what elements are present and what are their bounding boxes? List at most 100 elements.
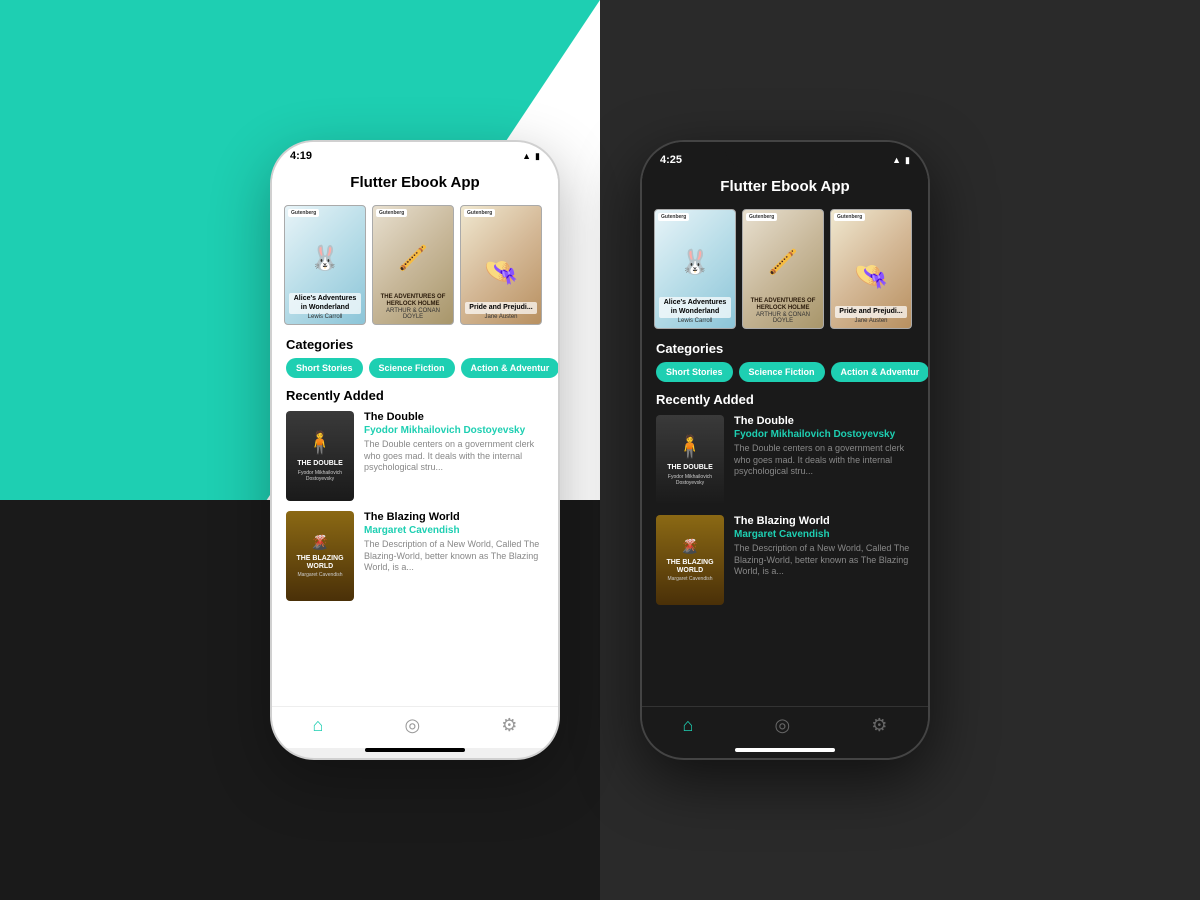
book-item-double-dark[interactable]: 🧍 THE DOUBLE Fyodor Mikhailovich Dostoye… bbox=[656, 415, 914, 505]
pride-art-dark: 👒 bbox=[835, 246, 907, 306]
status-bar-light: 4:19 ▲ ▮ bbox=[272, 142, 558, 166]
screen-dark: Flutter Ebook App Gutenberg 🐰 Alice's Ad… bbox=[642, 170, 928, 706]
app-header-light: Flutter Ebook App bbox=[272, 166, 558, 199]
holmes-author-dark: ARTHUR & CONAN DOYLE bbox=[747, 312, 819, 324]
battery-icon: ▮ bbox=[535, 151, 540, 162]
explore-nav-dark[interactable]: ◎ bbox=[774, 715, 790, 736]
alice-art: 🐰 bbox=[289, 223, 361, 293]
blazing-author-dark: Margaret Cavendish bbox=[734, 529, 914, 540]
book-item-blazing-light[interactable]: 🌋 THE BLAZING WORLD Margaret Cavendish T… bbox=[286, 511, 544, 601]
explore-nav-light[interactable]: ◎ bbox=[404, 715, 420, 736]
book-item-double-light[interactable]: 🧍 THE DOUBLE Fyodor Mikhailovich Dostoye… bbox=[286, 411, 544, 501]
books-carousel-dark[interactable]: Gutenberg 🐰 Alice's Adventures in Wonder… bbox=[642, 203, 928, 335]
books-carousel-light[interactable]: Gutenberg 🐰 Alice's Adventures in Wonder… bbox=[272, 199, 558, 331]
alice-author: Lewis Carroll bbox=[308, 314, 343, 320]
holmes-author: ARTHUR & CONAN DOYLE bbox=[377, 308, 449, 320]
home-indicator-light bbox=[365, 748, 465, 752]
blazing-name-dark: The Blazing World bbox=[734, 515, 914, 527]
category-action-dark[interactable]: Action & Adventur bbox=[831, 362, 928, 382]
book-holmes-dark[interactable]: Gutenberg 🪈 THE ADVENTURES OFHERLOCK HOL… bbox=[742, 209, 824, 329]
recently-title-dark: Recently Added bbox=[656, 392, 914, 407]
pub-badge-alice: Gutenberg bbox=[288, 209, 319, 217]
app-title-dark: Flutter Ebook App bbox=[658, 178, 912, 195]
book-info-blazing-dark: The Blazing World Margaret Cavendish The… bbox=[734, 515, 914, 605]
book-alice-light[interactable]: Gutenberg 🐰 Alice's Adventures in Wonder… bbox=[284, 205, 366, 325]
alice-title-dark: Alice's Adventures in Wonderland bbox=[659, 297, 731, 318]
settings-nav-dark[interactable]: ⚙ bbox=[871, 715, 887, 736]
home-nav-dark[interactable]: ⌂ bbox=[683, 715, 694, 736]
book-holmes-light[interactable]: Gutenberg 🪈 THE ADVENTURES OFHERLOCK HOL… bbox=[372, 205, 454, 325]
blazing-desc-light: The Description of a New World, Called T… bbox=[364, 539, 544, 574]
alice-author-dark: Lewis Carroll bbox=[678, 318, 713, 324]
status-time-light: 4:19 bbox=[290, 150, 312, 162]
categories-title-light: Categories bbox=[286, 337, 544, 352]
category-short-stories-light[interactable]: Short Stories bbox=[286, 358, 363, 378]
category-action-light[interactable]: Action & Adventur bbox=[461, 358, 558, 378]
status-icons-light: ▲ ▮ bbox=[522, 151, 540, 162]
double-thumb-author-dark: Fyodor Mikhailovich Dostoyevsky bbox=[656, 474, 724, 486]
blazing-thumb-author: Margaret Cavendish bbox=[297, 572, 342, 578]
categories-section-light: Categories Short Stories Science Fiction… bbox=[272, 331, 558, 382]
home-indicator-dark bbox=[735, 748, 835, 752]
pub-badge-alice-dark: Gutenberg bbox=[658, 213, 689, 221]
bottom-nav-light: ⌂ ◎ ⚙ bbox=[272, 706, 558, 748]
double-name-dark: The Double bbox=[734, 415, 914, 427]
phone-dark: 4:25 ▲ ▮ Flutter Ebook App Gutenberg 🐰 A… bbox=[640, 140, 930, 760]
home-nav-light[interactable]: ⌂ bbox=[313, 715, 324, 736]
holmes-brand: THE ADVENTURES OFHERLOCK HOLME bbox=[381, 294, 446, 308]
pride-author-dark: Jane Austen bbox=[854, 318, 887, 324]
double-figure-dark: 🧍 bbox=[676, 434, 703, 460]
double-thumb-author: Fyodor Mikhailovich Dostoyevsky bbox=[286, 470, 354, 482]
blazing-desc-dark: The Description of a New World, Called T… bbox=[734, 543, 914, 578]
alice-art-dark: 🐰 bbox=[659, 227, 731, 297]
app-header-dark: Flutter Ebook App bbox=[642, 170, 928, 203]
pub-badge-pride-dark: Gutenberg bbox=[834, 213, 865, 221]
book-pride-dark[interactable]: Gutenberg 👒 Pride and Prejudi... Jane Au… bbox=[830, 209, 912, 329]
pride-art: 👒 bbox=[465, 242, 537, 302]
pride-title-dark: Pride and Prejudi... bbox=[835, 306, 907, 318]
double-thumb-title-dark: THE DOUBLE bbox=[665, 462, 715, 474]
app-title-light: Flutter Ebook App bbox=[288, 174, 542, 191]
battery-icon-dark: ▮ bbox=[905, 155, 910, 166]
recently-section-dark: Recently Added 🧍 THE DOUBLE Fyodor Mikha… bbox=[642, 386, 928, 706]
categories-row-light: Short Stories Science Fiction Action & A… bbox=[286, 358, 544, 378]
double-author-dark: Fyodor Mikhailovich Dostoyevsky bbox=[734, 429, 914, 440]
blazing-landscape: 🌋 bbox=[311, 534, 328, 551]
book-info-blazing-light: The Blazing World Margaret Cavendish The… bbox=[364, 511, 544, 601]
book-thumb-blazing-light: 🌋 THE BLAZING WORLD Margaret Cavendish bbox=[286, 511, 354, 601]
category-sci-fi-dark[interactable]: Science Fiction bbox=[739, 362, 825, 382]
pride-title: Pride and Prejudi... bbox=[465, 302, 537, 314]
pub-badge-pride: Gutenberg bbox=[464, 209, 495, 217]
book-thumb-double-light: 🧍 THE DOUBLE Fyodor Mikhailovich Dostoye… bbox=[286, 411, 354, 501]
holmes-art-dark: 🪈 bbox=[747, 228, 819, 298]
category-sci-fi-light[interactable]: Science Fiction bbox=[369, 358, 455, 378]
double-desc-dark: The Double centers on a government clerk… bbox=[734, 443, 914, 478]
notch-dark bbox=[725, 142, 845, 168]
bottom-nav-dark: ⌂ ◎ ⚙ bbox=[642, 706, 928, 748]
status-time-dark: 4:25 bbox=[660, 154, 682, 166]
double-name-light: The Double bbox=[364, 411, 544, 423]
double-desc-light: The Double centers on a government clerk… bbox=[364, 439, 544, 474]
book-thumb-double-dark: 🧍 THE DOUBLE Fyodor Mikhailovich Dostoye… bbox=[656, 415, 724, 505]
recently-title-light: Recently Added bbox=[286, 388, 544, 403]
blazing-thumb-title-dark: THE BLAZING WORLD bbox=[656, 557, 724, 576]
pub-badge-holmes-dark: Gutenberg bbox=[746, 213, 777, 221]
book-alice-dark[interactable]: Gutenberg 🐰 Alice's Adventures in Wonder… bbox=[654, 209, 736, 329]
wifi-icon-dark: ▲ bbox=[892, 155, 901, 165]
double-author-light: Fyodor Mikhailovich Dostoyevsky bbox=[364, 425, 544, 436]
phones-container: 4:19 ▲ ▮ Flutter Ebook App Gutenberg 🐰 A… bbox=[0, 0, 1200, 900]
alice-title: Alice's Adventures in Wonderland bbox=[289, 293, 361, 314]
categories-section-dark: Categories Short Stories Science Fiction… bbox=[642, 335, 928, 386]
book-info-double-light: The Double Fyodor Mikhailovich Dostoyevs… bbox=[364, 411, 544, 501]
book-item-blazing-dark[interactable]: 🌋 THE BLAZING WORLD Margaret Cavendish T… bbox=[656, 515, 914, 605]
settings-nav-light[interactable]: ⚙ bbox=[501, 715, 517, 736]
double-thumb-title: THE DOUBLE bbox=[295, 458, 345, 470]
book-thumb-blazing-dark: 🌋 THE BLAZING WORLD Margaret Cavendish bbox=[656, 515, 724, 605]
category-short-stories-dark[interactable]: Short Stories bbox=[656, 362, 733, 382]
book-pride-light[interactable]: Gutenberg 👒 Pride and Prejudi... Jane Au… bbox=[460, 205, 542, 325]
blazing-landscape-dark: 🌋 bbox=[681, 538, 698, 555]
status-icons-dark: ▲ ▮ bbox=[892, 155, 910, 166]
pride-author: Jane Austen bbox=[484, 314, 517, 320]
screen-light: Flutter Ebook App Gutenberg 🐰 Alice's Ad… bbox=[272, 166, 558, 706]
categories-row-dark: Short Stories Science Fiction Action & A… bbox=[656, 362, 914, 382]
